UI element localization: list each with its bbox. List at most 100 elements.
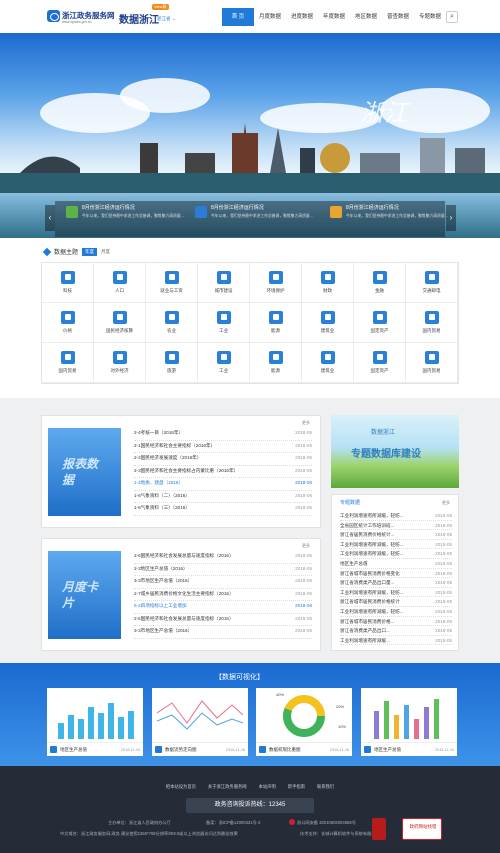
subject-icon [60,351,75,364]
prev-arrow-icon[interactable]: ‹ [45,205,55,231]
list-item[interactable]: 5-2四项指标以上工业增加 2018-05 [134,601,312,614]
more-link[interactable]: 更多 [302,543,310,549]
subject-item[interactable]: 财政 [302,263,354,303]
news-item[interactable]: 8月份浙江经济运行情况 今年以来，我们坚持稳中求进工作总基调，聚焦聚力高质量..… [66,204,191,234]
list-item[interactable]: 地区生产总值 2018-05 [340,559,452,569]
list-item[interactable]: 浙江省消费类产品出口... 2018-05 [340,626,452,636]
nav-special[interactable]: 专题数据 [414,8,446,26]
list-item[interactable]: 浙江省居民消费价格统计... 2018-05 [340,530,452,540]
subject-item[interactable]: 能源 [250,343,302,383]
police-info[interactable]: 浙公网安备 33010602004556号 [297,820,356,826]
subject-item[interactable]: 国内贸易 [406,343,458,383]
nav-annual[interactable]: 年度数据 [318,8,350,26]
list-item[interactable]: 2-6国民经济和社会发展总量与速度指标（2016） 2018-05 [134,551,312,564]
tab-monthly[interactable]: 月度 [101,249,110,255]
subject-item[interactable]: 固定资产 [354,303,406,343]
list-item[interactable]: 工业利润增速有所减缓，轻纺... 2018-05 [340,540,452,550]
subject-item[interactable]: 建筑业 [302,303,354,343]
news-item[interactable]: 8月份浙江经济运行情况 今年以来，我们坚持稳中求进工作总基调，聚焦聚力高质量..… [330,204,455,234]
brand-title[interactable]: 数据浙江 [119,11,159,26]
list-item[interactable]: 工业利润增速有所减缓... 2018-05 [340,636,452,646]
footer-link[interactable]: 新手指南 [288,784,305,790]
list-item[interactable]: 1-4地质、建盘（2016） 2018-05 [134,478,312,491]
icp-info[interactable]: 备案：浙ICP备12000331号-2 [206,820,260,826]
subject-item[interactable]: 科技 [42,263,94,303]
subject-item[interactable]: 金融 [354,263,406,303]
list-item[interactable]: 浙江省城市居民消费价格变化 2018-05 [340,569,452,579]
subject-icon [372,271,387,284]
subject-item[interactable]: 对外经济 [94,343,146,383]
list-item-title: 1-6气象资料（二）（2016） [134,492,190,498]
footer-link[interactable]: 关于浙江政务服务网 [208,784,247,790]
chart-icon [364,746,371,753]
subject-item[interactable]: 国内贸易 [406,303,458,343]
monthly-image[interactable]: 月度卡片 [48,551,121,639]
subject-item[interactable]: 人口 [94,263,146,303]
list-item-date: 2018-05 [435,522,452,528]
more-link[interactable]: 更多 [442,500,450,506]
subject-item[interactable]: 旅游 [146,343,198,383]
news-item[interactable]: 8月份浙江经济运行情况 今年以来，我们坚持稳中求进工作总基调，聚焦聚力高质量..… [195,204,320,234]
list-item[interactable]: 2-3国民经济和社会主要指标占内蒙比重（2016年） 2018-05 [134,466,312,478]
party-emblem-icon[interactable] [372,818,386,840]
list-item[interactable]: 2-1国民经济和社会主要指标（2016年） 2018-05 [134,441,312,453]
viz-card[interactable]: 数据流势走向图 2018-11-26 [152,688,248,756]
subject-item[interactable]: 农业 [146,303,198,343]
subject-item[interactable]: 国民经济核算 [94,303,146,343]
special-promo-banner[interactable]: 数据浙江 专题数据库建设 [331,415,459,488]
tab-annual[interactable]: 年度 [82,247,98,256]
list-item[interactable]: 浙江省城市居民消费价格统计 2018-05 [340,597,452,607]
subject-item[interactable]: 能源 [250,303,302,343]
card-date: 2018-11-26 [225,748,245,752]
viz-card[interactable]: 地区生产总值 2018-11-26 [361,688,457,756]
subject-item[interactable]: 环境保护 [250,263,302,303]
logo-icon[interactable] [47,10,60,22]
nav-monthly[interactable]: 月度数据 [254,8,286,26]
subject-item[interactable]: 城市建设 [198,263,250,303]
subject-item[interactable]: 建筑业 [302,343,354,383]
list-item[interactable]: 2-6国民经济和社会发展总量与速度指标（2016） 2018-05 [134,614,312,626]
search-icon[interactable]: ⌕ [446,11,458,23]
list-item[interactable]: 工业利润增速有所减缓，轻纺... 2018-05 [340,549,452,559]
subject-item[interactable]: 工业 [198,303,250,343]
list-item[interactable]: 1-6气象资料（二）（2016） 2018-05 [134,491,312,503]
report-error-badge[interactable]: 政府网站找错 [402,818,442,840]
subject-label: 建筑业 [320,328,335,333]
viz-card[interactable]: 40% 20% 10% 数据权限比重图 2018-11-26 [256,688,352,756]
list-item[interactable]: 工业利润增速有所减缓，轻纺... 2018-05 [340,511,452,521]
list-item[interactable]: 2-3地区生产总值（2016） 2018-05 [134,564,312,576]
donut-label-b: 20% [336,704,345,709]
list-item[interactable]: 浙江省消费类产品出口量... 2018-05 [340,578,452,588]
more-link[interactable]: 更多 [302,420,310,426]
viz-card[interactable]: 地区生产总值 2018-11-26 [47,688,143,756]
footer-link[interactable]: 本站声明 [259,784,276,790]
subject-item[interactable]: 就业与工资 [146,263,198,303]
report-image[interactable]: 报表数据 [48,428,121,516]
footer-link[interactable]: 联系我们 [317,784,334,790]
list-item[interactable]: 浙江省城市居民消费价格... 2018-05 [340,617,452,627]
subject-item[interactable]: 交通邮电 [406,263,458,303]
list-item[interactable]: 3-3市地区生产总值（2016） 2018-05 [134,626,312,639]
nav-home[interactable]: 首 页 [222,8,254,26]
list-item[interactable]: 2-7城乡居民消费价格文化生活主要指标（2016） 2018-05 [134,589,312,601]
region-selector[interactable]: 浙江省 ⌄ [157,16,176,22]
subject-item[interactable]: 国内贸易 [42,343,94,383]
nav-census[interactable]: 普查数据 [382,8,414,26]
list-item[interactable]: 1-6气象资料（三）（2016） 2018-05 [134,503,312,516]
list-item[interactable]: 2-2国民经济发展速度（2016年） 2018-05 [134,453,312,466]
list-item[interactable]: 2-4考核一目（2016年） 2018-05 [134,428,312,441]
subject-item[interactable]: 工业 [198,343,250,383]
list-item[interactable]: 3-3市地区生产总值（2016） 2018-05 [134,576,312,589]
list-item[interactable]: 工业利润增速有所减缓，轻纺... 2018-05 [340,607,452,617]
list-item[interactable]: 全省园区统计工作培训班... 2018-05 [340,521,452,531]
subject-item[interactable]: 固定资产 [354,343,406,383]
nav-progress[interactable]: 进度数据 [286,8,318,26]
monthly-image-title: 月度卡片 [62,580,99,610]
list-item-title: 浙江省城市居民消费价格... [340,618,395,624]
hotline: 政务咨询投诉热线：12345 [186,798,314,813]
list-item-date: 2018-05 [435,628,452,634]
footer-link[interactable]: 把本站设为首页 [166,784,196,790]
nav-regional[interactable]: 地区数据 [350,8,382,26]
subject-item[interactable]: 价格 [42,303,94,343]
list-item[interactable]: 工业利润增速有所减缓，轻纺... 2018-05 [340,588,452,598]
